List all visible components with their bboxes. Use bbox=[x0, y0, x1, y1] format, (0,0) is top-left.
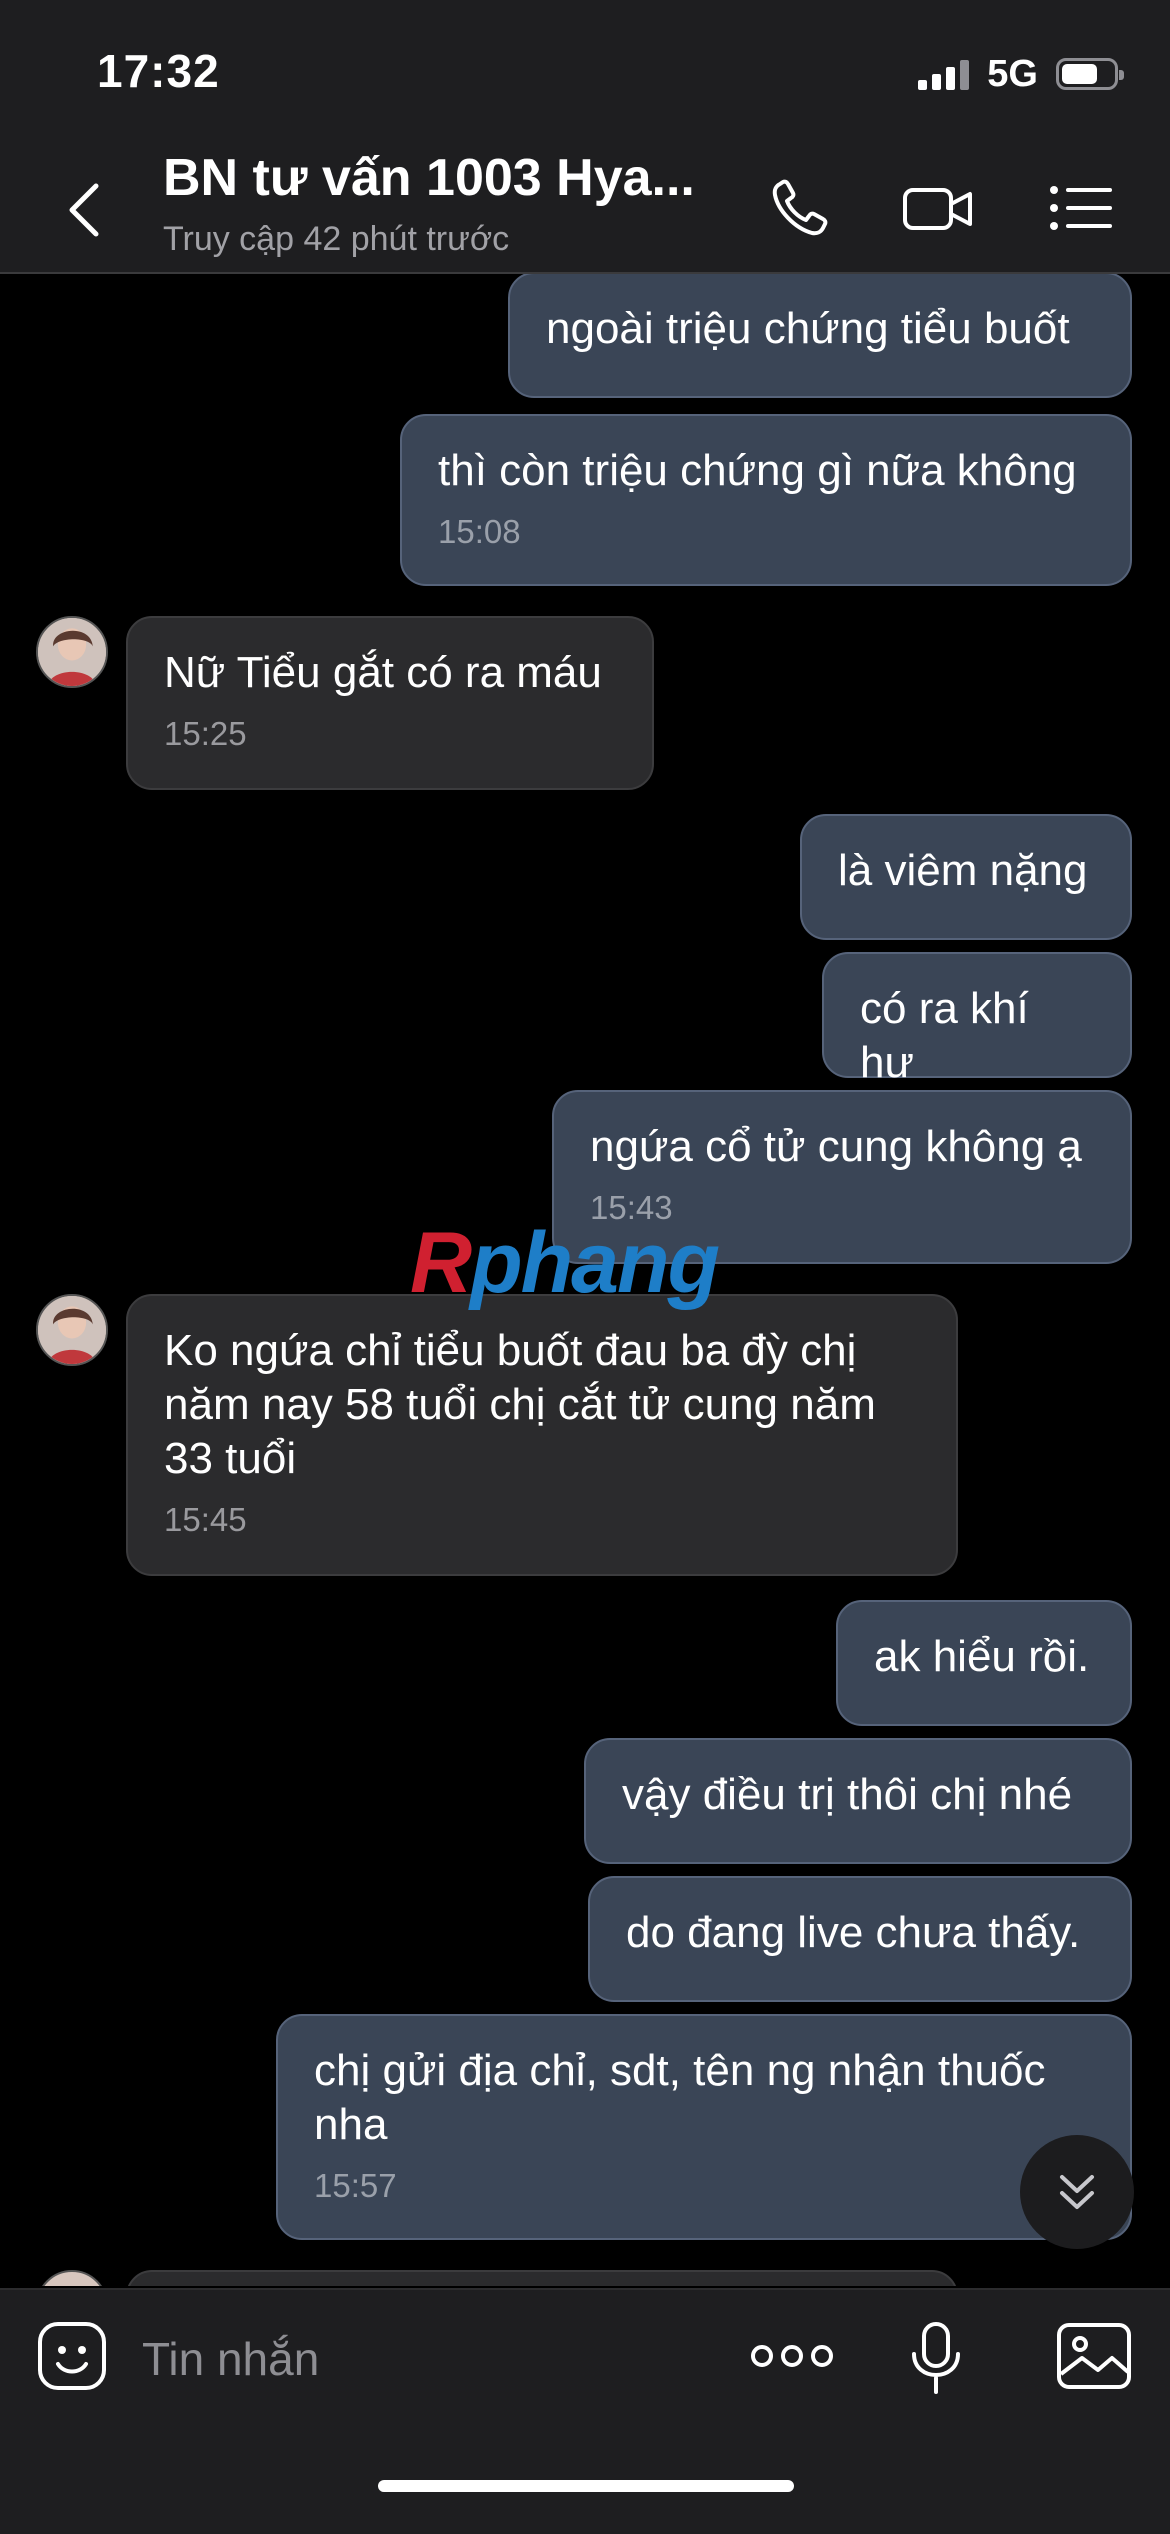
status-time: 17:32 bbox=[97, 45, 220, 97]
message-bubble-outgoing[interactable]: có ra khí hư bbox=[822, 952, 1132, 1087]
conversation-title[interactable]: BN tư vấn 1003 Hya... bbox=[163, 148, 695, 208]
message-text: Ko ngứa chỉ tiểu buốt đau ba đỳ chị năm … bbox=[164, 1326, 876, 1483]
message-text: do đang live chưa thấy. bbox=[626, 1908, 1081, 1957]
message-bubble-incoming[interactable]: Nữ Tiểu gắt có ra máu 15:25 bbox=[126, 616, 654, 790]
message-text: thì còn triệu chứng gì nữa không bbox=[438, 446, 1077, 495]
watermark-logo: Rphang bbox=[410, 1215, 720, 1311]
menu-list-icon[interactable] bbox=[1046, 176, 1118, 240]
message-text: ngoài triệu chứng tiểu buốt bbox=[546, 304, 1070, 353]
chat-header: 17:32 5G BN tư vấn 1003 Hya... Truy cập … bbox=[0, 0, 1170, 274]
message-text: chị gửi địa chỉ, sdt, tên ng nhận thuốc … bbox=[314, 2046, 1046, 2149]
message-bubble-incoming[interactable]: Ko ngứa chỉ tiểu buốt đau ba đỳ chị năm … bbox=[126, 1294, 958, 1576]
message-input[interactable]: Tin nhắn bbox=[142, 2332, 319, 2386]
avatar[interactable] bbox=[36, 616, 108, 688]
message-text: là viêm nặng bbox=[838, 846, 1088, 895]
message-time: 15:45 bbox=[164, 1501, 247, 1538]
video-call-icon[interactable] bbox=[902, 176, 974, 240]
message-bubble-outgoing[interactable]: là viêm nặng bbox=[800, 814, 1132, 940]
message-text: Nữ Tiểu gắt có ra máu bbox=[164, 648, 602, 697]
message-input-bar: Tin nhắn bbox=[0, 2288, 1170, 2534]
status-indicators: 5G bbox=[918, 52, 1124, 96]
battery-icon bbox=[1056, 58, 1124, 90]
avatar[interactable] bbox=[36, 1294, 108, 1366]
back-icon[interactable] bbox=[62, 180, 106, 240]
scroll-down-button[interactable] bbox=[1020, 2135, 1134, 2249]
sticker-icon[interactable] bbox=[36, 2320, 108, 2392]
microphone-icon[interactable] bbox=[906, 2320, 966, 2396]
home-indicator bbox=[378, 2480, 794, 2492]
last-seen-status: Truy cập 42 phút trước bbox=[163, 220, 510, 258]
scroll-down-icon bbox=[1060, 2175, 1094, 2209]
message-text: ngứa cổ tử cung không ạ bbox=[590, 1122, 1082, 1171]
message-bubble-outgoing[interactable]: thì còn triệu chứng gì nữa không 15:08 bbox=[400, 414, 1132, 586]
message-time: 15:57 bbox=[314, 2167, 397, 2204]
more-icon[interactable] bbox=[750, 2334, 834, 2378]
signal-icon bbox=[918, 58, 970, 90]
network-type: 5G bbox=[987, 52, 1038, 95]
message-bubble-outgoing[interactable]: ngoài triệu chứng tiểu buốt bbox=[508, 274, 1132, 398]
message-text: vậy điều trị thôi chị nhé bbox=[622, 1770, 1073, 1819]
phone-icon[interactable] bbox=[766, 176, 838, 240]
message-time: 15:08 bbox=[438, 513, 521, 550]
message-bubble-outgoing[interactable]: do đang live chưa thấy. bbox=[588, 1876, 1132, 2002]
message-text: có ra khí hư bbox=[860, 984, 1029, 1087]
avatar[interactable] bbox=[36, 2270, 108, 2286]
message-text: ak hiểu rồi. bbox=[874, 1632, 1090, 1681]
gallery-icon[interactable] bbox=[1056, 2322, 1132, 2390]
message-time: 15:25 bbox=[164, 715, 247, 752]
message-bubble-incoming[interactable] bbox=[126, 2270, 958, 2286]
message-bubble-outgoing[interactable]: chị gửi địa chỉ, sdt, tên ng nhận thuốc … bbox=[276, 2014, 1132, 2240]
message-bubble-outgoing[interactable]: vậy điều trị thôi chị nhé bbox=[584, 1738, 1132, 1864]
message-bubble-outgoing[interactable]: ak hiểu rồi. bbox=[836, 1600, 1132, 1726]
